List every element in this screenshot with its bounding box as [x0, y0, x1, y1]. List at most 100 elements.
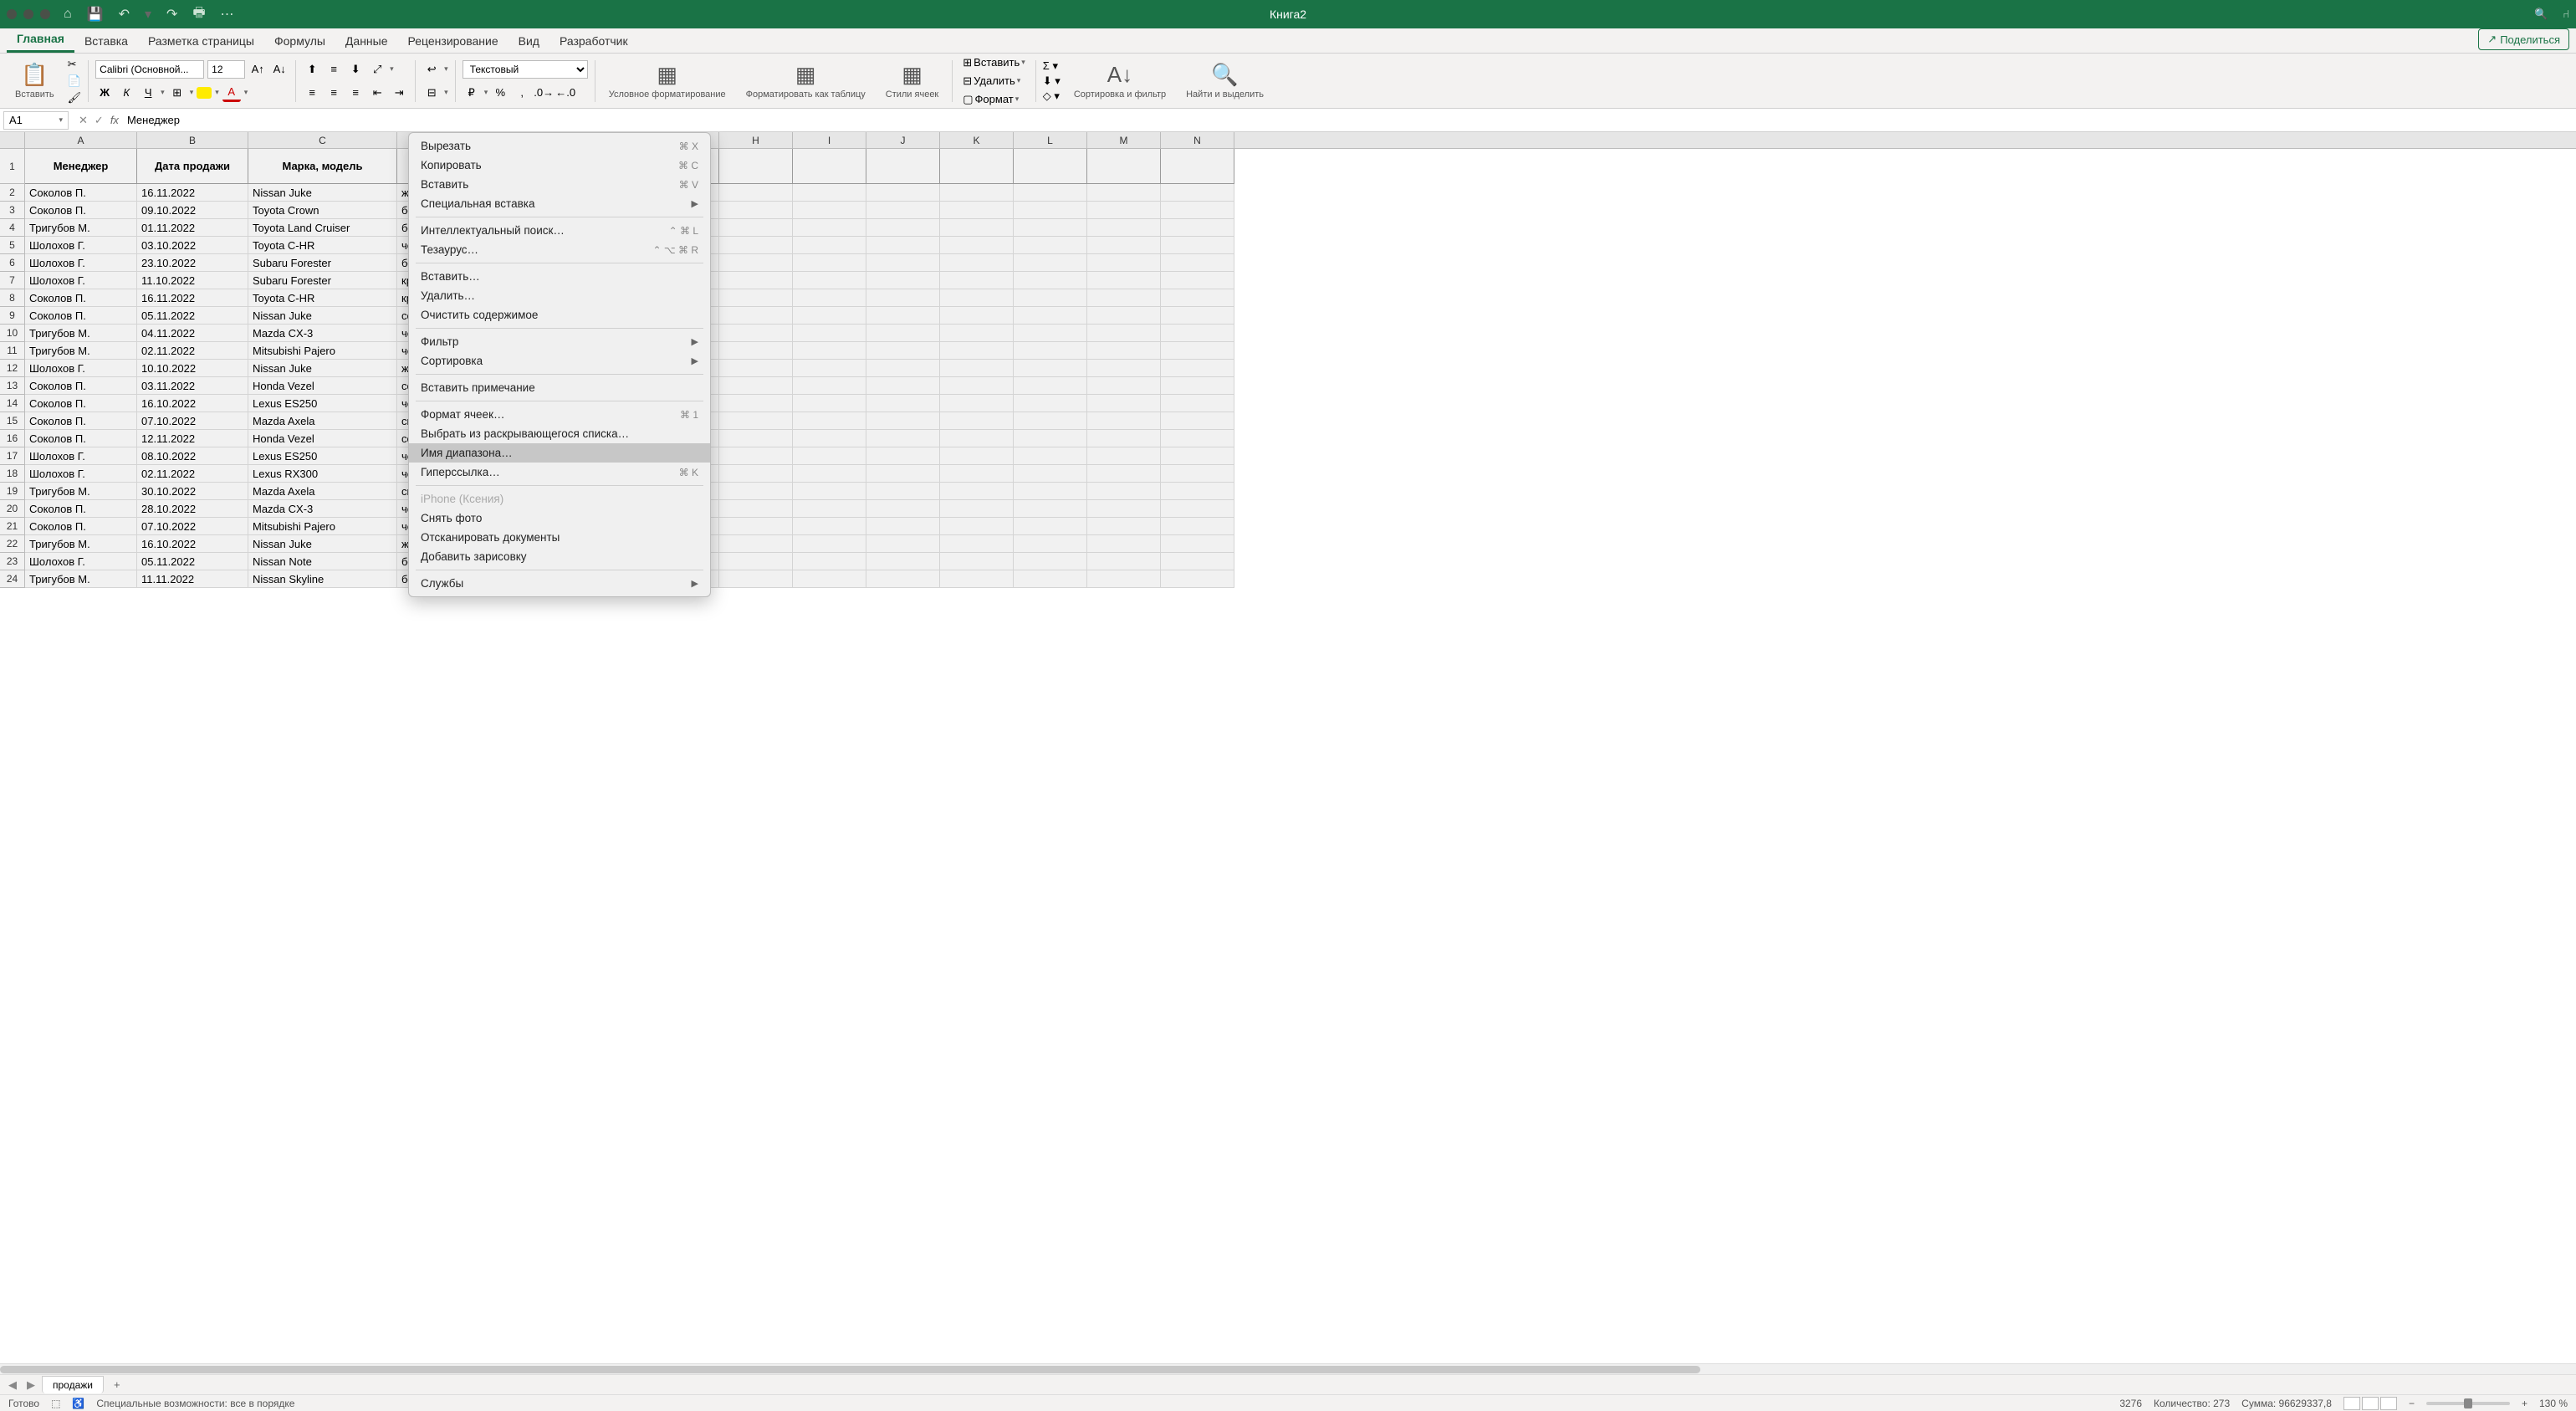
cell[interactable]: [1014, 325, 1087, 342]
cell[interactable]: [940, 219, 1014, 237]
cell[interactable]: [1161, 483, 1234, 500]
row-header[interactable]: 12: [0, 360, 25, 377]
zoom-out-icon[interactable]: −: [2409, 1398, 2415, 1409]
cell[interactable]: [1014, 307, 1087, 325]
cell[interactable]: [1087, 412, 1161, 430]
col-header[interactable]: N: [1161, 132, 1234, 148]
align-top-icon[interactable]: ⬆: [303, 60, 321, 79]
cell[interactable]: 03.10.2022: [137, 237, 248, 254]
cell[interactable]: 16.11.2022: [137, 289, 248, 307]
cell[interactable]: [719, 149, 793, 184]
cell[interactable]: [1087, 500, 1161, 518]
col-header[interactable]: A: [25, 132, 137, 148]
save-icon[interactable]: 💾: [87, 6, 104, 23]
accessibility-icon[interactable]: ♿: [72, 1398, 84, 1409]
cell[interactable]: [719, 272, 793, 289]
cell[interactable]: [793, 360, 866, 377]
tab-data[interactable]: Данные: [335, 29, 398, 53]
cell[interactable]: [719, 307, 793, 325]
cell-styles-icon[interactable]: ▦: [902, 62, 923, 88]
table-header[interactable]: Менеджер: [25, 149, 137, 184]
orientation-icon[interactable]: ⤢: [368, 60, 386, 79]
cell[interactable]: Шолохов Г.: [25, 447, 137, 465]
cell[interactable]: [866, 219, 940, 237]
row-header[interactable]: 19: [0, 483, 25, 500]
cell[interactable]: [866, 447, 940, 465]
cell[interactable]: [1161, 465, 1234, 483]
cell[interactable]: 11.11.2022: [137, 570, 248, 588]
cell[interactable]: [1087, 184, 1161, 202]
cell[interactable]: [793, 447, 866, 465]
align-right-icon[interactable]: ≡: [346, 84, 365, 102]
cell[interactable]: [1087, 465, 1161, 483]
format-table-icon[interactable]: ▦: [795, 62, 816, 88]
cell[interactable]: [793, 553, 866, 570]
cell[interactable]: Nissan Juke: [248, 535, 397, 553]
row-header[interactable]: 23: [0, 553, 25, 570]
cell[interactable]: [940, 395, 1014, 412]
redo-icon[interactable]: ↷: [166, 6, 177, 23]
cell[interactable]: [866, 377, 940, 395]
cell[interactable]: [1014, 254, 1087, 272]
indent-dec-icon[interactable]: ⇤: [368, 84, 386, 102]
cell[interactable]: [793, 500, 866, 518]
cell[interactable]: [940, 553, 1014, 570]
format-cells-button[interactable]: ▢ Формат ▾: [959, 91, 1029, 108]
cell[interactable]: [719, 500, 793, 518]
row-header[interactable]: 21: [0, 518, 25, 535]
cell[interactable]: [793, 325, 866, 342]
tab-insert[interactable]: Вставка: [74, 29, 138, 53]
indent-inc-icon[interactable]: ⇥: [390, 84, 408, 102]
cell[interactable]: Toyota Land Cruiser: [248, 219, 397, 237]
cell[interactable]: Mitsubishi Pajero: [248, 518, 397, 535]
cell[interactable]: [940, 237, 1014, 254]
cell[interactable]: [1161, 360, 1234, 377]
cell[interactable]: [1087, 307, 1161, 325]
cm-sort[interactable]: Сортировка▶: [409, 351, 710, 371]
cell[interactable]: [866, 307, 940, 325]
cell[interactable]: [719, 518, 793, 535]
row-header[interactable]: 7: [0, 272, 25, 289]
currency-icon[interactable]: ₽: [463, 84, 481, 102]
cell[interactable]: [1161, 307, 1234, 325]
add-sheet-icon[interactable]: +: [107, 1378, 127, 1391]
zoom-in-icon[interactable]: +: [2522, 1398, 2527, 1409]
cell[interactable]: [1014, 377, 1087, 395]
cell[interactable]: [866, 360, 940, 377]
cell[interactable]: 07.10.2022: [137, 412, 248, 430]
copy-icon[interactable]: 📄: [68, 74, 82, 88]
cell[interactable]: [719, 535, 793, 553]
cell[interactable]: [866, 412, 940, 430]
cell[interactable]: [719, 395, 793, 412]
cell[interactable]: [793, 570, 866, 588]
font-name-select[interactable]: [95, 60, 204, 79]
cancel-icon[interactable]: ✕: [79, 114, 88, 127]
font-color-icon[interactable]: А: [222, 84, 241, 102]
view-break-icon[interactable]: [2380, 1397, 2397, 1410]
cm-hyperlink[interactable]: Гиперссылка…⌘ K: [409, 463, 710, 482]
cell[interactable]: [940, 149, 1014, 184]
col-header[interactable]: C: [248, 132, 397, 148]
cell[interactable]: [940, 447, 1014, 465]
cell[interactable]: [1014, 430, 1087, 447]
cell[interactable]: [719, 342, 793, 360]
cell[interactable]: [719, 360, 793, 377]
cm-photo[interactable]: Снять фото: [409, 509, 710, 528]
cell[interactable]: 04.11.2022: [137, 325, 248, 342]
cell[interactable]: [940, 570, 1014, 588]
cell[interactable]: [719, 553, 793, 570]
cell[interactable]: Соколов П.: [25, 430, 137, 447]
cell[interactable]: [866, 184, 940, 202]
cell[interactable]: [940, 307, 1014, 325]
cell[interactable]: [940, 483, 1014, 500]
confirm-icon[interactable]: ✓: [95, 114, 104, 127]
cm-sketch[interactable]: Добавить зарисовку: [409, 547, 710, 566]
home-icon[interactable]: ⌂: [64, 7, 72, 22]
cell[interactable]: [940, 272, 1014, 289]
cell[interactable]: [719, 325, 793, 342]
dec-dec-icon[interactable]: ←.0: [556, 84, 575, 102]
cell[interactable]: [1087, 254, 1161, 272]
comma-icon[interactable]: ,: [513, 84, 531, 102]
cm-thesaurus[interactable]: Тезаурус…⌃ ⌥ ⌘ R: [409, 240, 710, 259]
cm-filter[interactable]: Фильтр▶: [409, 332, 710, 351]
